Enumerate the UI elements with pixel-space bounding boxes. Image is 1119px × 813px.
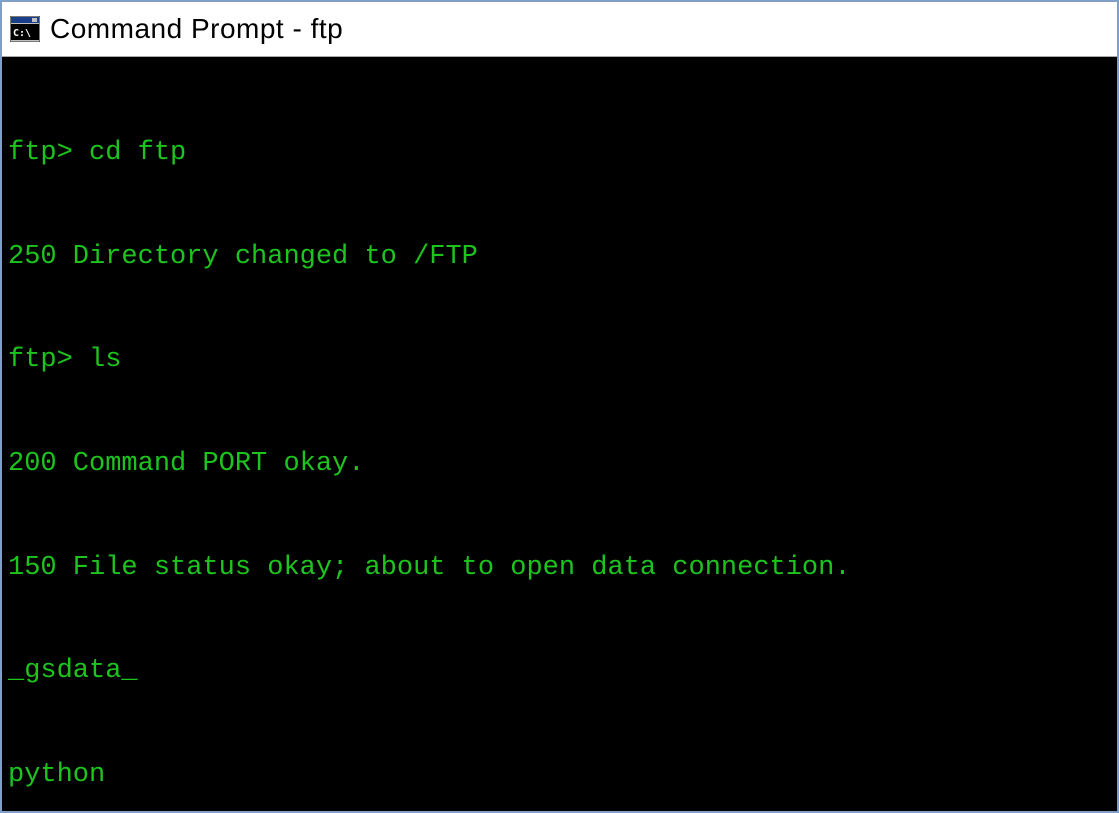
terminal-line: ftp> ls: [8, 343, 1111, 378]
window-title: Command Prompt - ftp: [50, 13, 343, 45]
terminal-body[interactable]: ftp> cd ftp 250 Directory changed to /FT…: [2, 57, 1117, 811]
titlebar[interactable]: C:\ Command Prompt - ftp: [2, 2, 1117, 57]
terminal-line: 150 File status okay; about to open data…: [8, 551, 1111, 586]
command-prompt-window: C:\ Command Prompt - ftp ftp> cd ftp 250…: [0, 0, 1119, 813]
terminal-line: python: [8, 758, 1111, 793]
cmd-icon: C:\: [10, 16, 40, 42]
terminal-line: _gsdata_: [8, 654, 1111, 689]
svg-text:C:\: C:\: [13, 28, 31, 39]
terminal-line: 250 Directory changed to /FTP: [8, 240, 1111, 275]
terminal-line: 200 Command PORT okay.: [8, 447, 1111, 482]
terminal-line: ftp> cd ftp: [8, 136, 1111, 171]
